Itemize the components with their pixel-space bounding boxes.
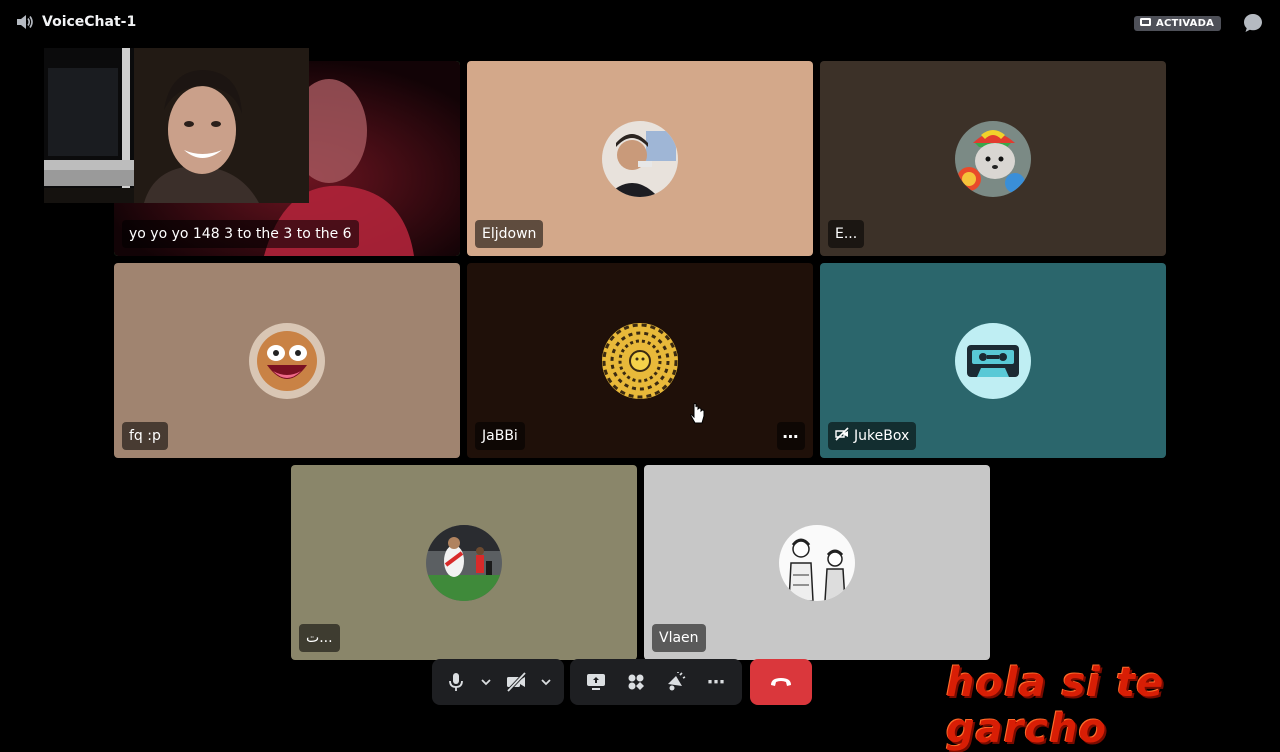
call-controls: ⋯ (432, 659, 812, 705)
chat-bubble-icon[interactable] (1242, 12, 1264, 34)
participant-tile[interactable]: ت... (291, 465, 637, 660)
participant-tile[interactable]: Vlaen (644, 465, 990, 660)
participant-name: JukeBox (828, 422, 917, 450)
participant-name: ت... (299, 624, 340, 652)
avatar (249, 322, 325, 399)
participant-tile[interactable]: fq :p (114, 263, 460, 458)
participant-name: fq :p (122, 422, 168, 450)
activity-badge-label: ACTIVADA (1156, 18, 1215, 29)
participant-name: JaBBi (475, 422, 525, 450)
camera-off-icon (506, 672, 527, 692)
avatar (955, 120, 1031, 197)
avatar (426, 524, 502, 601)
watermark-text: hola si te garcho (946, 660, 1165, 752)
actions-group: ⋯ (570, 659, 742, 705)
activities-button[interactable] (618, 664, 654, 700)
chevron-down-icon (541, 679, 551, 686)
activity-badge[interactable]: ACTIVADA (1134, 16, 1222, 31)
avatar (955, 322, 1031, 399)
participant-name: E... (828, 220, 865, 248)
avatar (602, 120, 678, 197)
top-bar: VoiceChat-1 ACTIVADA (0, 0, 1280, 46)
mic-camera-group (432, 659, 564, 705)
participant-tile[interactable]: JaBBi ⋯ (467, 263, 813, 458)
camera-options-button[interactable] (536, 664, 556, 700)
avatar (602, 322, 678, 399)
disconnect-button[interactable] (750, 659, 812, 705)
mouse-cursor (690, 403, 706, 429)
webcam-feed (44, 48, 309, 203)
microphone-icon (449, 673, 463, 691)
activities-icon (628, 674, 644, 690)
screen-share-icon (587, 674, 605, 690)
chevron-down-icon (481, 679, 491, 686)
more-options-button[interactable]: ⋯ (698, 664, 734, 700)
hang-up-icon (771, 678, 791, 686)
participant-tile[interactable]: Eljdown (467, 61, 813, 256)
channel-name: VoiceChat-1 (42, 14, 137, 30)
no-video-icon (835, 427, 849, 445)
participant-name: yo yo yo 148 3 to the 3 to the 6 (122, 220, 359, 248)
participant-name: Eljdown (475, 220, 544, 248)
participant-tile[interactable]: JukeBox (820, 263, 1166, 458)
webcam-overlay (44, 48, 309, 203)
camera-off-button[interactable] (500, 664, 532, 700)
mic-options-button[interactable] (476, 664, 496, 700)
channel-header: VoiceChat-1 (16, 14, 136, 30)
activity-icon (1140, 17, 1151, 30)
participant-tile[interactable]: E... (820, 61, 1166, 256)
screen-share-button[interactable] (578, 664, 614, 700)
speaker-icon (16, 14, 34, 30)
more-options-button[interactable]: ⋯ (777, 422, 805, 450)
soundboard-icon (668, 672, 686, 691)
soundboard-button[interactable] (658, 664, 694, 700)
microphone-button[interactable] (440, 664, 472, 700)
avatar (779, 524, 855, 601)
participant-name: Vlaen (652, 624, 706, 652)
